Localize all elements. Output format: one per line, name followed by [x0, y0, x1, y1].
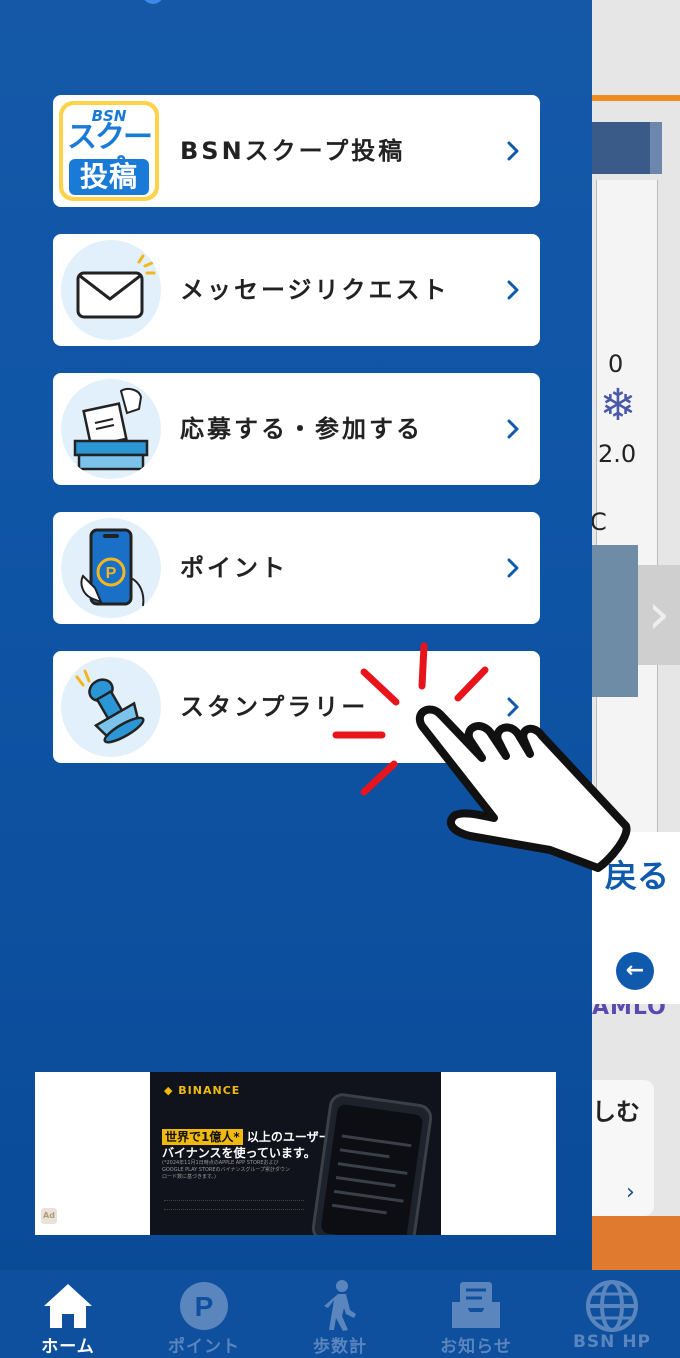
background-value-temp: 2.0 [598, 440, 637, 468]
menu-item-bsn-scoop[interactable]: BSN スクープ 投稿 BSNスクープ投稿 [53, 95, 540, 207]
nav-item-bsn-hp[interactable]: BSN HP [544, 1270, 680, 1358]
chevron-right-icon [507, 697, 519, 717]
nav-item-label: BSN HP [572, 1332, 652, 1352]
menu-item-apply-join[interactable]: 応募する・参加する [53, 373, 540, 485]
menu-item-label: メッセージリクエスト [180, 276, 450, 304]
point-phone-icon: P [61, 518, 161, 618]
ad-phone-image [310, 1091, 434, 1235]
walker-icon [324, 1280, 356, 1331]
chevron-right-icon [507, 141, 519, 161]
ad-headline: 世界で1億人* 以上のユーザーが [162, 1128, 343, 1145]
menu-item-stamp-rally[interactable]: スタンプラリー [53, 651, 540, 763]
point-icon: P [180, 1282, 228, 1330]
back-tab[interactable]: 戻る ← [592, 832, 680, 1004]
menu-item-label: ポイント [180, 554, 288, 582]
home-icon [44, 1284, 92, 1328]
ad-note: (*2024年11月1日時点のAPPLE APP STOREおよびGOOGLE … [162, 1160, 291, 1180]
ad-fine-print [164, 1200, 304, 1210]
inbox-icon [452, 1282, 500, 1328]
nav-item-label: 歩数計 [313, 1337, 367, 1357]
nav-item-home[interactable]: ホーム [0, 1270, 136, 1358]
arrow-left-icon: ← [616, 952, 654, 990]
side-drawer: BSN スクープ 投稿 BSNスクープ投稿 メッセージリクエスト [0, 0, 592, 1270]
ad-badge: Ad [41, 1208, 57, 1224]
menu-item-label: BSNスクープ投稿 [180, 137, 406, 165]
envelope-icon [61, 240, 161, 340]
menu-item-message-request[interactable]: メッセージリクエスト [53, 234, 540, 346]
background-card-chevron-icon: › [626, 1180, 635, 1205]
chevron-right-icon [507, 280, 519, 300]
nav-item-label: ホーム [41, 1337, 95, 1357]
svg-text:P: P [106, 565, 117, 582]
nav-item-pedometer[interactable]: 歩数計 [272, 1270, 408, 1358]
background-map [592, 545, 638, 697]
background-footer-strip [592, 1216, 680, 1270]
back-label: 戻る [604, 857, 669, 895]
menu-item-point[interactable]: P ポイント [53, 512, 540, 624]
menu-item-label: 応募する・参加する [180, 415, 423, 443]
bottom-nav: ホーム P ポイント 歩数計 お知らせ BSN HP [0, 1270, 680, 1358]
chevron-right-icon [507, 558, 519, 578]
background-card-text: しむ [592, 1098, 640, 1126]
drawer-top-indicator [142, 0, 164, 4]
menu-item-label: スタンプラリー [180, 693, 369, 721]
background-header-bar-edge [650, 122, 662, 174]
nav-item-label: お知らせ [440, 1337, 512, 1357]
background-accent-line [592, 95, 680, 101]
background-chevron-right-icon: › [638, 565, 680, 665]
ballot-box-icon [61, 379, 161, 479]
ad-creative: ◆ BINANCE 世界で1億人* 以上のユーザーが バイナンスを使っています。… [150, 1072, 441, 1235]
svg-text:P: P [195, 1291, 214, 1322]
globe-icon [586, 1280, 638, 1332]
background-value-c: C [590, 508, 607, 536]
chevron-right-icon [507, 419, 519, 439]
nav-item-point[interactable]: P ポイント [136, 1270, 272, 1358]
stamp-icon [61, 657, 161, 757]
nav-item-label: ポイント [168, 1337, 240, 1357]
ad-banner[interactable]: ◆ BINANCE 世界で1億人* 以上のユーザーが バイナンスを使っています。… [35, 1072, 556, 1235]
bsn-scoop-logo-icon: BSN スクープ 投稿 [59, 101, 159, 201]
nav-item-news[interactable]: お知らせ [408, 1270, 544, 1358]
background-value-zero: 0 [608, 350, 624, 378]
ad-brand: ◆ BINANCE [164, 1084, 241, 1097]
snowflake-icon: ❄ [599, 380, 637, 431]
ad-headline-2: バイナンスを使っています。 [162, 1146, 316, 1160]
